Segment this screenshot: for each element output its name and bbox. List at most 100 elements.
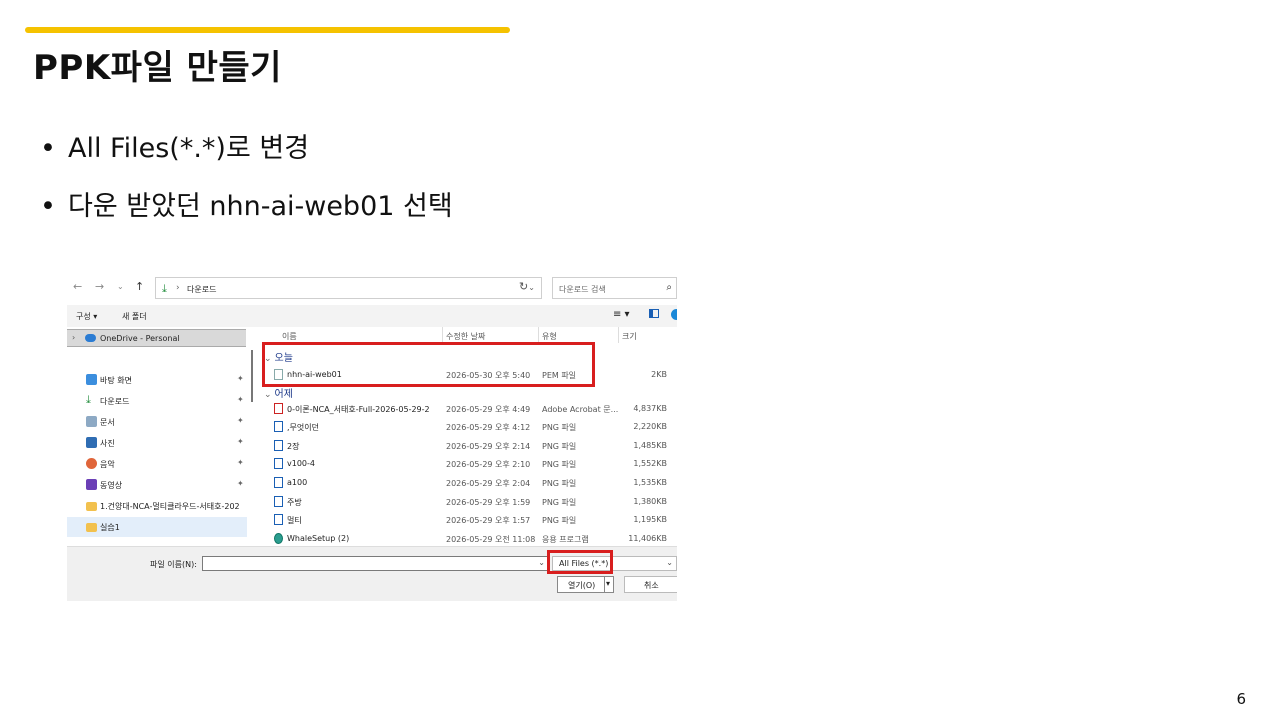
- file-name: 2장: [287, 442, 300, 451]
- file-size: 2,220KB: [633, 422, 667, 431]
- file-size: 2KB: [651, 370, 667, 379]
- column-header-name[interactable]: 이름: [282, 331, 297, 342]
- file-size: 1,535KB: [633, 478, 667, 487]
- nav-item-videos[interactable]: 동영상 ✦: [67, 475, 247, 495]
- expand-chevron-icon[interactable]: ›: [72, 333, 75, 342]
- file-date: 2026-05-29 오전 11:08: [446, 535, 536, 544]
- group-header-yesterday[interactable]: ⌄ 어제: [264, 385, 293, 400]
- file-row[interactable]: ,무엇이던 2026-05-29 오후 4:12 PNG 파일 2,220KB: [260, 418, 677, 436]
- image-file-icon: [274, 440, 283, 451]
- file-row[interactable]: a100 2026-05-29 오후 2:04 PNG 파일 1,535KB: [260, 474, 677, 492]
- search-placeholder: 다운로드 검색: [559, 285, 606, 294]
- file-row[interactable]: WhaleSetup (2) 2026-05-29 오전 11:08 응용 프로…: [260, 530, 677, 546]
- preview-pane-icon[interactable]: [649, 309, 659, 318]
- file-row[interactable]: 주방 2026-05-29 오후 1:59 PNG 파일 1,380KB: [260, 493, 677, 511]
- new-folder-button[interactable]: 새 폴더: [122, 311, 147, 322]
- file-size: 1,195KB: [633, 515, 667, 524]
- file-size: 1,552KB: [633, 459, 667, 468]
- file-row[interactable]: 멀티 2026-05-29 오후 1:57 PNG 파일 1,195KB: [260, 511, 677, 529]
- download-icon: ⤓: [162, 282, 167, 295]
- pin-icon: ✦: [237, 395, 244, 404]
- address-path: 다운로드: [187, 285, 217, 294]
- file-type: Adobe Acrobat 문...: [542, 405, 619, 414]
- cancel-button-label: 취소: [644, 581, 659, 590]
- bullet-item: • 다운 받았던 nhn-ai-web01 선택: [40, 189, 453, 247]
- bullet-item: • All Files(*.*)로 변경: [40, 131, 453, 189]
- file-date: 2026-05-29 오후 2:14: [446, 442, 531, 451]
- file-row[interactable]: 0-이론-NCA_서태호-Full-2026-05-29-2 2026-05-2…: [260, 400, 677, 418]
- file-name: 멀티: [287, 516, 302, 525]
- file-row[interactable]: v100-4 2026-05-29 오후 2:10 PNG 파일 1,552KB: [260, 455, 677, 473]
- filename-label: 파일 이름(N):: [150, 560, 197, 569]
- help-icon[interactable]: [671, 309, 677, 320]
- bullet-text: 다운 받았던 nhn-ai-web01 선택: [68, 191, 453, 222]
- app-icon: [274, 533, 283, 544]
- view-options-icon[interactable]: ≡ ▾: [613, 309, 630, 320]
- nav-item-downloads[interactable]: ⤓ 다운로드 ✦: [67, 391, 247, 411]
- back-arrow-icon[interactable]: ←: [73, 280, 82, 293]
- file-type: 응용 프로그램: [542, 535, 589, 544]
- page-number: 6: [1236, 690, 1246, 708]
- download-icon: ⤓: [86, 393, 91, 406]
- nav-item-course-folder[interactable]: 1.건양대-NCA-멀티클라우드-서태호-202: [67, 496, 247, 516]
- chevron-down-icon[interactable]: ▾: [606, 579, 610, 588]
- file-date: 2026-05-29 오후 1:57: [446, 516, 531, 525]
- collapse-chevron-icon[interactable]: ⌄: [264, 390, 272, 400]
- nav-item-pictures[interactable]: 사진 ✦: [67, 433, 247, 453]
- column-header-type[interactable]: 유형: [542, 331, 557, 342]
- column-divider: [538, 327, 539, 343]
- column-header-size[interactable]: 크기: [622, 331, 637, 342]
- nav-item-practice1[interactable]: 실습1: [67, 517, 247, 537]
- nav-item-label: 음악: [100, 460, 115, 469]
- folder-icon: [86, 523, 97, 532]
- split-divider: [604, 577, 605, 592]
- search-box[interactable]: 다운로드 검색 ⌕: [552, 277, 677, 299]
- file-type: PNG 파일: [542, 498, 577, 507]
- filename-input[interactable]: ⌄: [202, 556, 549, 571]
- navigation-pane: › OneDrive - Personal 바탕 화면 ✦ ⤓ 다운로드 ✦ 문…: [67, 327, 249, 546]
- nav-scrollbar[interactable]: [251, 350, 253, 402]
- image-file-icon: [274, 477, 283, 488]
- cancel-button[interactable]: 취소: [624, 576, 677, 593]
- nav-item-documents[interactable]: 문서 ✦: [67, 412, 247, 432]
- nav-item-label: 다운로드: [100, 397, 130, 406]
- file-name: 주방: [287, 498, 302, 507]
- document-icon: [86, 416, 97, 427]
- picture-icon: [86, 437, 97, 448]
- column-divider: [618, 327, 619, 343]
- file-date: 2026-05-29 오후 2:10: [446, 460, 531, 469]
- nav-item-label: 실습1: [100, 523, 120, 532]
- file-row[interactable]: 2장 2026-05-29 오후 2:14 PNG 파일 1,485KB: [260, 437, 677, 455]
- column-header-date[interactable]: 수정한 날짜: [446, 331, 485, 342]
- bullet-text: All Files(*.*)로 변경: [68, 133, 310, 164]
- dialog-navbar: ← → ⌄ ↑ ⤓ › 다운로드 ⌄ ↻ 다운로드 검색 ⌕: [67, 270, 677, 304]
- up-arrow-icon[interactable]: ↑: [135, 280, 144, 293]
- file-date: 2026-05-29 오후 1:59: [446, 498, 531, 507]
- refresh-icon[interactable]: ↻: [519, 280, 528, 293]
- recent-chevron-icon[interactable]: ⌄: [117, 282, 124, 291]
- nav-item-onedrive[interactable]: › OneDrive - Personal: [67, 329, 246, 347]
- chevron-down-icon[interactable]: ⌄: [538, 558, 545, 567]
- file-name: a100: [287, 478, 308, 487]
- highlight-box-file: [262, 342, 595, 387]
- search-icon[interactable]: ⌕: [666, 282, 672, 293]
- nav-item-label: 문서: [100, 418, 115, 427]
- address-bar[interactable]: ⤓ › 다운로드 ⌄: [155, 277, 542, 299]
- nav-item-desktop[interactable]: 바탕 화면 ✦: [67, 370, 247, 390]
- forward-arrow-icon[interactable]: →: [95, 280, 104, 293]
- pin-icon: ✦: [237, 458, 244, 467]
- image-file-icon: [274, 458, 283, 469]
- music-icon: [86, 458, 97, 469]
- organize-button[interactable]: 구성 ▾: [76, 311, 97, 322]
- nav-item-music[interactable]: 음악 ✦: [67, 454, 247, 474]
- open-button[interactable]: 열기(O) ▾: [557, 576, 614, 593]
- pin-icon: ✦: [237, 437, 244, 446]
- path-separator-icon: ›: [176, 283, 180, 293]
- nav-item-label: 1.건양대-NCA-멀티클라우드-서태호-202: [100, 502, 240, 511]
- file-date: 2026-05-29 오후 4:49: [446, 405, 531, 414]
- dialog-toolbar: 구성 ▾ 새 폴더 ≡ ▾: [67, 305, 677, 327]
- file-type: PNG 파일: [542, 460, 577, 469]
- chevron-down-icon[interactable]: ⌄: [666, 558, 673, 567]
- chevron-down-icon[interactable]: ⌄: [528, 283, 535, 292]
- desktop-icon: [86, 374, 97, 385]
